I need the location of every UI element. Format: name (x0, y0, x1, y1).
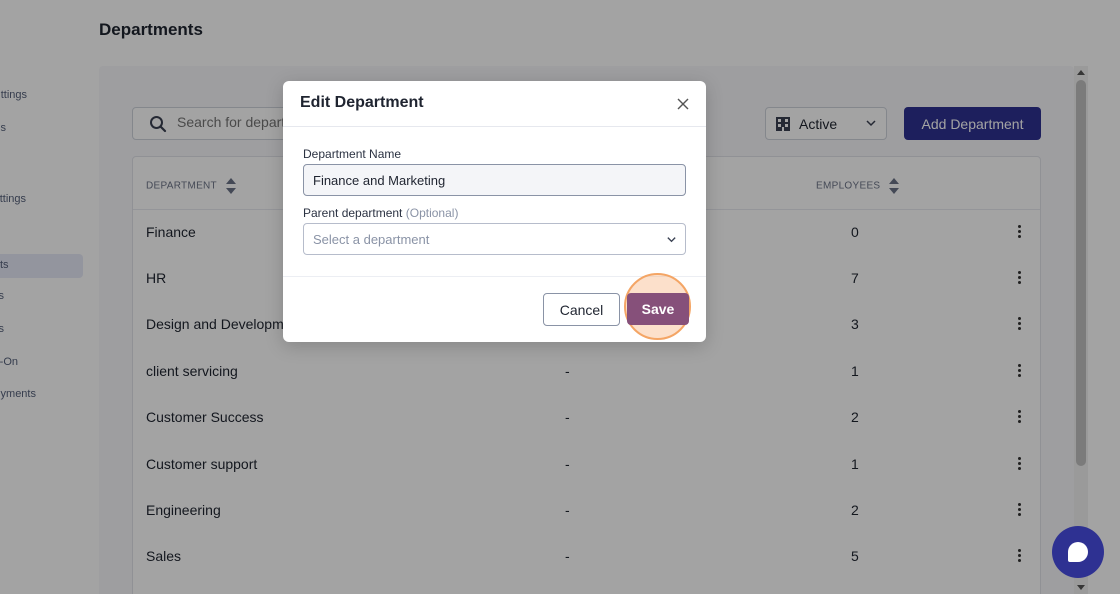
department-name-label: Department Name (303, 147, 401, 161)
edit-department-dialog: Edit Department Department Name Parent d… (283, 81, 706, 342)
parent-department-select[interactable]: Select a department (303, 223, 686, 255)
chat-launcher-button[interactable] (1052, 526, 1104, 578)
select-placeholder: Select a department (313, 232, 430, 247)
cancel-button[interactable]: Cancel (543, 293, 620, 326)
chevron-down-icon (667, 237, 676, 243)
chat-bubble-icon (1068, 542, 1088, 562)
department-name-field[interactable] (303, 164, 686, 196)
dialog-title: Edit Department (300, 94, 424, 111)
optional-hint: (Optional) (405, 206, 459, 220)
dialog-header-divider (283, 126, 706, 127)
close-icon[interactable] (676, 97, 690, 111)
field-label-text: Parent department (303, 206, 403, 220)
field-label-text: Department Name (303, 147, 402, 161)
save-button[interactable]: Save (627, 293, 689, 325)
parent-department-label: Parent department (Optional) (303, 206, 458, 220)
